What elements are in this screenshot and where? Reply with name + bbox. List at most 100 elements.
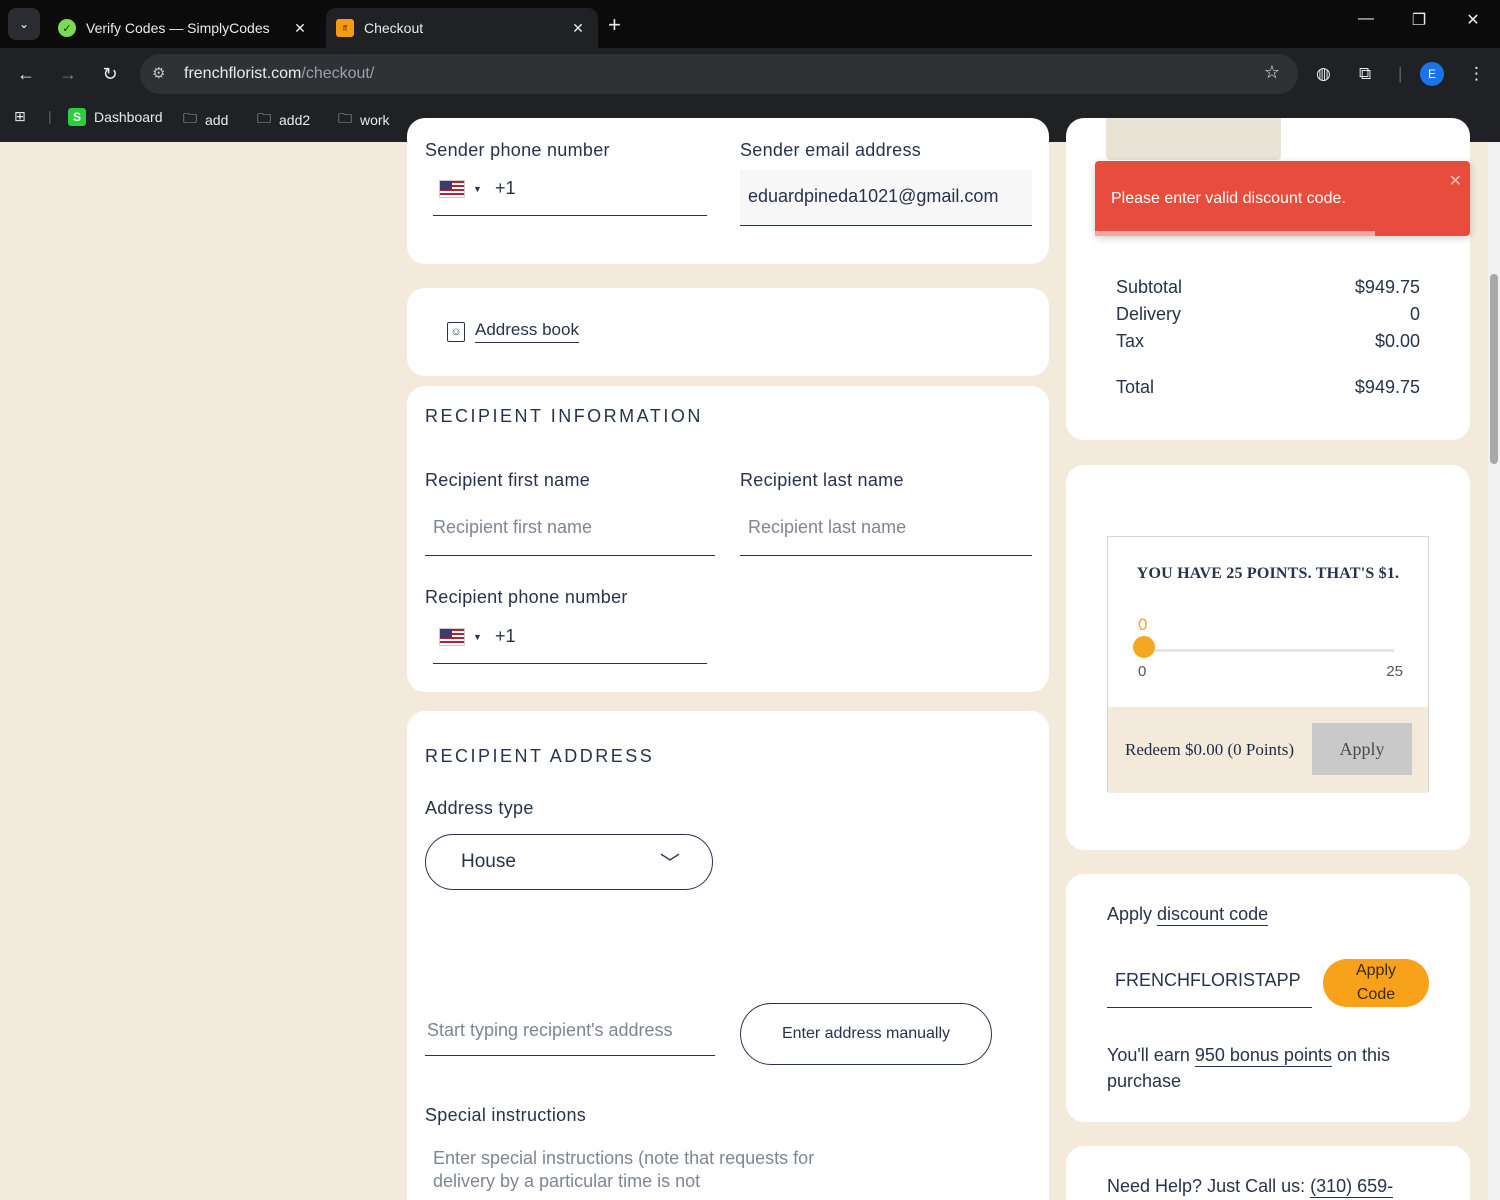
tab-strip: ⌄ ✓ Verify Codes — SimplyCodes ✕ ff Chec… [0, 0, 1500, 48]
recipient-first-name-input[interactable] [433, 500, 713, 555]
window-close-icon[interactable]: ✕ [1458, 10, 1488, 30]
folder-icon: 🗀 [257, 110, 271, 126]
toast-message: Please enter valid discount code. [1111, 190, 1346, 207]
tab-title: Verify Codes — SimplyCodes [86, 20, 270, 36]
address-type-select[interactable]: House ﹀ [425, 834, 713, 890]
recipient-first-name-field[interactable] [425, 500, 715, 556]
redeem-footer: Redeem $0.00 (0 Points) Apply [1108, 707, 1428, 793]
toast-progress-bar [1095, 231, 1375, 236]
loyalty-card: YOU HAVE 25 POINTS. THAT'S $1. 0 0 25 Re… [1066, 465, 1470, 850]
recipient-address-input[interactable] [427, 1006, 707, 1055]
bookmark-folder-add[interactable]: 🗀 add [183, 108, 228, 132]
redeem-apply-button[interactable]: Apply [1312, 723, 1412, 775]
bookmark-folder-add2[interactable]: 🗀 add2 [257, 108, 310, 132]
us-flag-icon[interactable] [439, 628, 465, 646]
sender-card: Sender phone number ▼ +1 Sender email ad… [407, 118, 1049, 264]
summary-row-tax: Tax $0.00 [1116, 331, 1420, 351]
reload-icon[interactable]: ↻ [96, 60, 124, 88]
new-tab-icon[interactable]: + [608, 12, 621, 38]
summary-row-total: Total $949.75 [1116, 377, 1420, 397]
caret-down-icon[interactable]: ▼ [473, 632, 482, 642]
special-instructions-label: Special instructions [425, 1105, 587, 1125]
toolbar-divider: | [1398, 64, 1403, 83]
discount-code-field[interactable]: FRENCHFLORISTAPP [1107, 956, 1312, 1008]
loyalty-headline: YOU HAVE 25 POINTS. THAT'S $1. [1136, 565, 1400, 582]
points-slider-track[interactable] [1144, 649, 1394, 652]
more-menu-icon[interactable]: ⋮ [1468, 64, 1485, 84]
redeem-text: Redeem $0.00 (0 Points) [1125, 740, 1295, 759]
slider-max-label: 25 [1386, 663, 1403, 680]
sender-phone-field[interactable]: ▼ +1 [433, 168, 707, 216]
page-scrollbar[interactable] [1488, 142, 1500, 1200]
discount-code-link[interactable]: discount code [1157, 904, 1269, 926]
country-code: +1 [495, 626, 516, 646]
loyalty-panel: YOU HAVE 25 POINTS. THAT'S $1. 0 0 25 Re… [1107, 536, 1429, 793]
enter-address-manually-button[interactable]: Enter address manually [740, 1003, 992, 1065]
sender-email-value[interactable]: eduardpineda1021@gmail.com [748, 186, 1030, 241]
sender-phone-label: Sender phone number [425, 140, 610, 160]
folder-icon: 🗀 [338, 110, 352, 126]
slider-current-value: 0 [1138, 615, 1148, 634]
recipient-address-title: RECIPIENT ADDRESS [425, 746, 655, 766]
extensions-puzzle-icon[interactable]: ⧉ [1359, 64, 1371, 84]
bookmark-star-icon[interactable]: ☆ [1264, 62, 1280, 83]
simplycodes-favicon-icon: ✓ [58, 19, 76, 37]
help-text: Need Help? Just Call us: (310) 659- [1107, 1176, 1394, 1198]
recipient-phone-label: Recipient phone number [425, 587, 628, 607]
recipient-address-card: RECIPIENT ADDRESS Address type House ﹀ E… [407, 711, 1049, 1200]
recipient-last-name-input[interactable] [748, 500, 1030, 555]
globe-extension-icon[interactable]: ◍ [1316, 64, 1331, 84]
restore-icon[interactable]: ❐ [1404, 10, 1434, 30]
close-icon[interactable]: ✕ [288, 20, 312, 37]
recipient-info-title: RECIPIENT INFORMATION [425, 406, 703, 426]
help-card: Need Help? Just Call us: (310) 659- [1066, 1146, 1470, 1200]
country-code: +1 [495, 178, 516, 198]
address-book-link[interactable]: ☺ Address book [447, 320, 579, 343]
toast-close-icon[interactable]: ✕ [1449, 171, 1462, 191]
tab-verify-codes[interactable]: ✓ Verify Codes — SimplyCodes ✕ [48, 8, 320, 48]
back-icon[interactable]: ← [12, 60, 40, 88]
recipient-address-field[interactable] [425, 1006, 715, 1056]
bookmark-folder-work[interactable]: 🗀 work [338, 108, 390, 132]
address-bar[interactable]: ⚙ frenchflorist.com/checkout/ ☆ [140, 54, 1298, 94]
site-info-icon[interactable]: ⚙ [152, 64, 165, 82]
tab-search-icon[interactable]: ⌄ [8, 8, 40, 40]
forward-icon[interactable]: → [54, 60, 82, 88]
caret-down-icon[interactable]: ▼ [473, 184, 482, 194]
summary-row-subtotal: Subtotal $949.75 [1116, 277, 1420, 297]
recipient-phone-field[interactable]: ▼ +1 [433, 616, 707, 664]
folder-icon: 🗀 [183, 110, 197, 126]
scrollbar-thumb[interactable] [1490, 274, 1498, 464]
navigation-bar: ← → ↻ ⚙ frenchflorist.com/checkout/ ☆ ◍ … [0, 52, 1500, 96]
contact-book-icon: ☺ [447, 321, 465, 342]
special-instructions-textarea[interactable]: Enter special instructions (note that re… [433, 1147, 843, 1193]
apply-code-button[interactable]: Apply Code [1323, 959, 1429, 1007]
discount-code-value[interactable]: FRENCHFLORISTAPP [1115, 970, 1310, 1021]
close-icon[interactable]: ✕ [566, 20, 590, 37]
recipient-last-name-field[interactable] [740, 500, 1032, 556]
sender-email-label: Sender email address [740, 140, 922, 160]
profile-avatar[interactable]: E [1420, 62, 1444, 86]
address-type-value: House [461, 851, 516, 872]
us-flag-icon[interactable] [439, 180, 465, 198]
help-phone-link[interactable]: (310) 659- [1310, 1176, 1394, 1198]
bookmark-dashboard[interactable]: S Dashboard [68, 108, 163, 126]
address-book-card: ☺ Address book [407, 288, 1049, 376]
slider-min-label: 0 [1138, 663, 1147, 680]
summary-row-delivery: Delivery 0 [1116, 304, 1420, 324]
url-text[interactable]: frenchflorist.com/checkout/ [184, 65, 374, 83]
recipient-first-name-label: Recipient first name [425, 470, 591, 490]
bonus-points-link[interactable]: 950 bonus points [1194, 1045, 1332, 1067]
frenchflorist-favicon-icon: ff [336, 19, 354, 37]
discount-heading: Apply discount code [1107, 904, 1269, 926]
points-slider-thumb[interactable] [1133, 636, 1155, 658]
tab-checkout[interactable]: ff Checkout ✕ [326, 8, 598, 48]
discount-card: Apply discount code FRENCHFLORISTAPP App… [1066, 874, 1470, 1122]
recipient-info-card: RECIPIENT INFORMATION Recipient first na… [407, 386, 1049, 692]
chevron-down-icon: ﹀ [660, 853, 680, 875]
apps-grid-icon[interactable]: ⊞ [14, 108, 26, 125]
sender-email-field[interactable]: eduardpineda1021@gmail.com [740, 170, 1032, 226]
minimize-icon[interactable]: — [1351, 10, 1381, 28]
simplycodes-logo-icon: S [68, 108, 86, 126]
product-thumbnail [1106, 118, 1281, 160]
